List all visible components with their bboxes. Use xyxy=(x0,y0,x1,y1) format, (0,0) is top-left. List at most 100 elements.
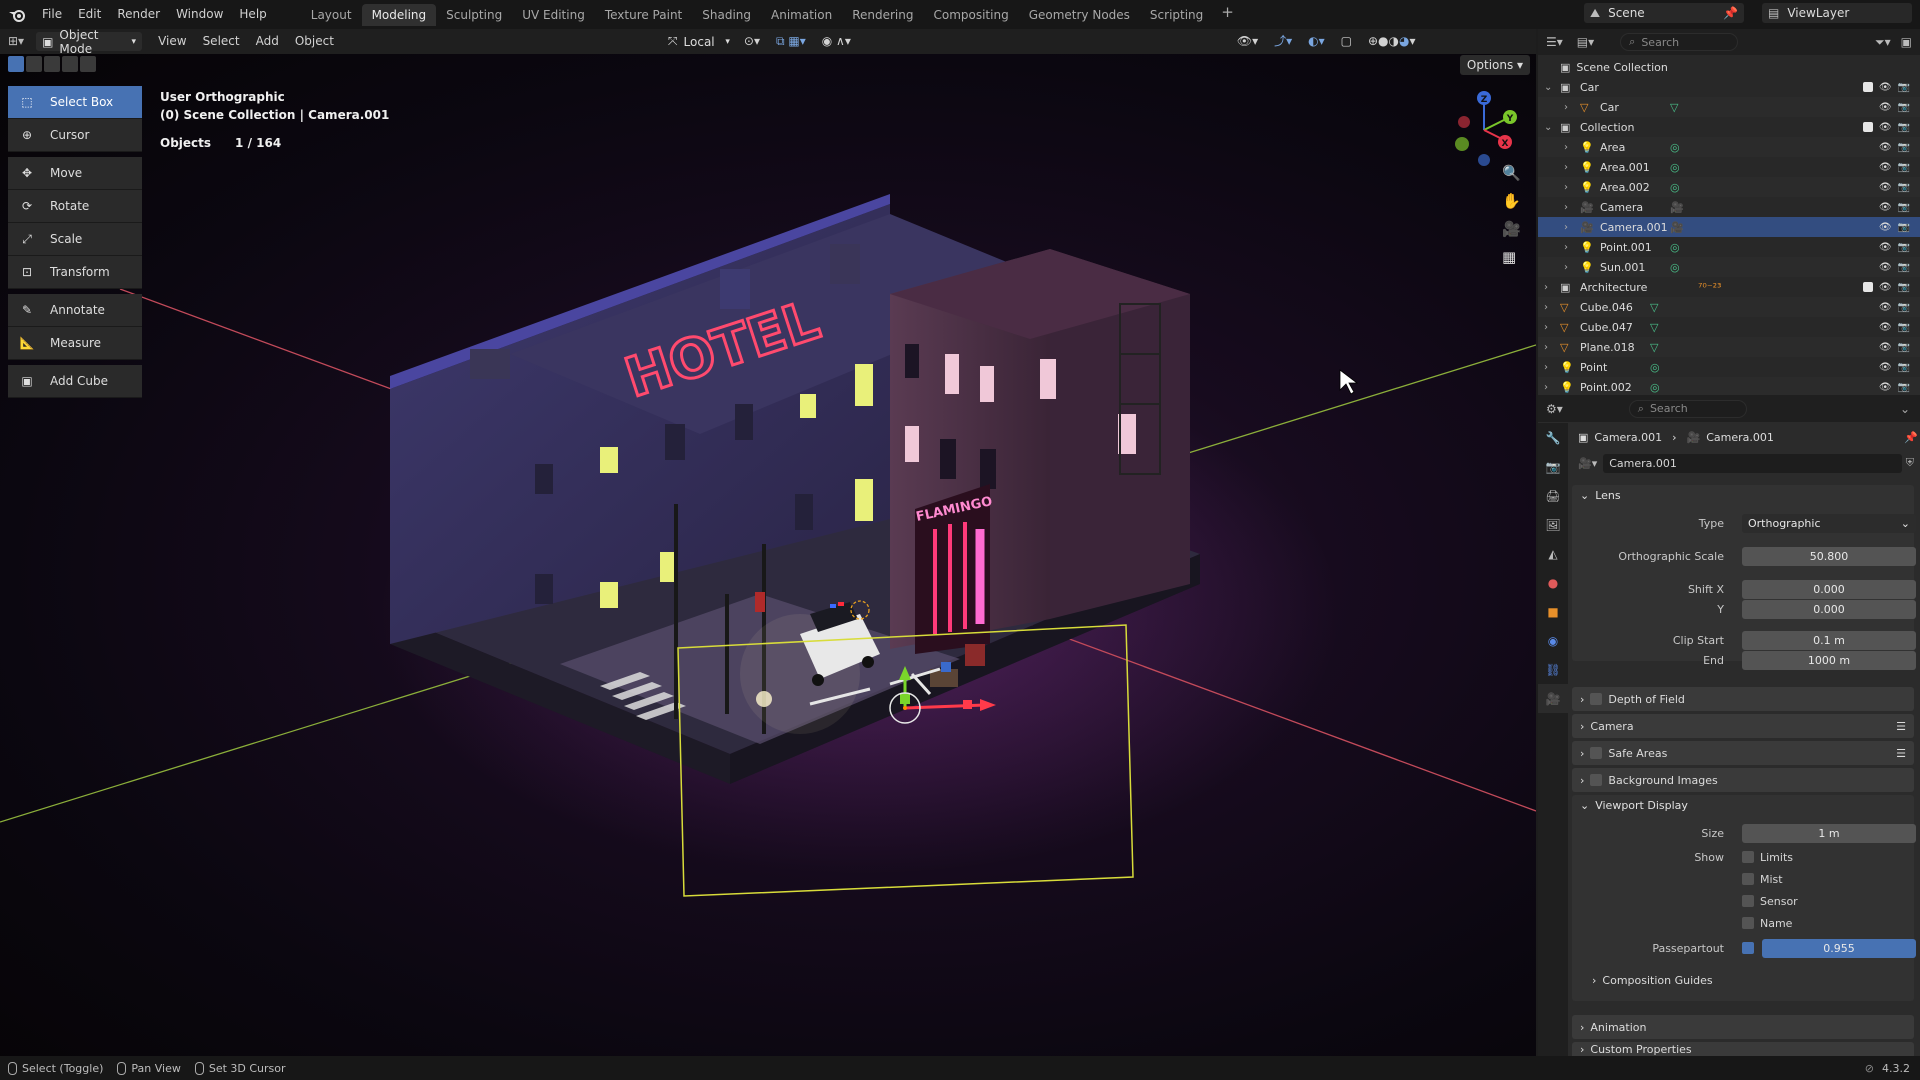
tab-texture-paint[interactable]: Texture Paint xyxy=(595,4,692,26)
world-tab-icon[interactable]: ● xyxy=(1538,568,1568,597)
eye-icon[interactable]: 👁 xyxy=(1879,222,1892,233)
sensor-checkbox[interactable] xyxy=(1742,895,1754,907)
eye-icon[interactable]: 👁 xyxy=(1879,322,1892,333)
properties-search-input[interactable]: ⌕ Search xyxy=(1628,399,1747,418)
object-data-icon[interactable]: ▽ xyxy=(1670,101,1678,114)
select-subtract-icon[interactable] xyxy=(44,56,60,72)
fake-user-shield-icon[interactable]: ⛨ xyxy=(1906,456,1914,470)
dof-checkbox[interactable] xyxy=(1590,693,1603,705)
render-camera-icon[interactable]: 📷 xyxy=(1898,242,1910,253)
clip-start-field[interactable]: 0.1 m xyxy=(1742,630,1916,650)
pin-icon[interactable]: 📌 xyxy=(1904,431,1918,444)
physics-tab-icon[interactable]: ◉ xyxy=(1538,626,1568,655)
eye-icon[interactable]: 👁 xyxy=(1879,142,1892,153)
eye-icon[interactable]: 👁 xyxy=(1879,162,1892,173)
eye-icon[interactable]: 👁 xyxy=(1879,242,1892,253)
menu-object[interactable]: Object xyxy=(287,29,342,54)
exclude-checkbox[interactable] xyxy=(1862,282,1873,292)
tool-tab-icon[interactable]: 🔧 xyxy=(1538,423,1568,452)
select-new-icon[interactable] xyxy=(8,56,24,72)
xray-icon[interactable]: ▢ xyxy=(1333,29,1360,54)
chevron-right-icon[interactable]: › xyxy=(1564,162,1568,173)
eye-icon[interactable]: 👁 xyxy=(1879,182,1892,193)
visibility-icon[interactable]: 👁▾ xyxy=(1229,29,1266,54)
mist-toggle[interactable]: Mist xyxy=(1742,873,1783,886)
outliner-row[interactable]: › 💡 Area.001 ◎ 👁 📷 xyxy=(1538,157,1920,177)
scene-tab-icon[interactable]: ◭ xyxy=(1538,539,1568,568)
tab-uv-editing[interactable]: UV Editing xyxy=(512,4,595,26)
tab-compositing[interactable]: Compositing xyxy=(923,4,1018,26)
outliner-row[interactable]: › 🎥 Camera 🎥 👁 📷 xyxy=(1538,197,1920,217)
pivot-icon[interactable]: ⊙▾ xyxy=(736,29,768,54)
menu-edit[interactable]: Edit xyxy=(70,0,109,29)
sensor-toggle[interactable]: Sensor xyxy=(1742,895,1798,908)
mesh-data-icon[interactable]: ▽ xyxy=(1650,341,1658,354)
eye-icon[interactable]: 👁 xyxy=(1879,282,1892,293)
pin-icon[interactable]: 📌 xyxy=(1723,6,1738,20)
limits-toggle[interactable]: Limits xyxy=(1742,851,1793,864)
camera-data-tab-icon[interactable]: 🎥 xyxy=(1538,684,1568,713)
presets-list-icon[interactable]: ☰ xyxy=(1896,747,1906,760)
chevron-down-icon[interactable]: ⌄ xyxy=(1900,402,1910,416)
menu-render[interactable]: Render xyxy=(109,0,168,29)
tab-scripting[interactable]: Scripting xyxy=(1140,4,1213,26)
light-data-icon[interactable]: ◎ xyxy=(1670,261,1680,274)
presets-list-icon[interactable]: ☰ xyxy=(1896,720,1906,733)
render-camera-icon[interactable]: 📷 xyxy=(1898,362,1910,373)
menu-select[interactable]: Select xyxy=(195,29,248,54)
light-data-icon[interactable]: ◎ xyxy=(1650,361,1660,374)
render-camera-icon[interactable]: 📷 xyxy=(1898,222,1910,233)
tab-shading[interactable]: Shading xyxy=(692,4,761,26)
lens-panel-header[interactable]: ⌄ Lens xyxy=(1580,489,1621,502)
tool-rotate[interactable]: ⟳ Rotate xyxy=(8,190,142,223)
tab-animation[interactable]: Animation xyxy=(761,4,842,26)
clip-end-field[interactable]: 1000 m xyxy=(1742,650,1916,670)
outliner-row[interactable]: › ▽ Cube.046 ▽ 👁 📷 xyxy=(1538,297,1920,317)
properties-editor-icon[interactable]: ⚙▾ xyxy=(1546,402,1563,416)
chevron-right-icon[interactable]: › xyxy=(1544,282,1548,293)
zoom-icon[interactable]: 🔍 xyxy=(1502,164,1521,182)
chevron-right-icon[interactable]: › xyxy=(1544,382,1548,393)
datablock-name-field[interactable]: Camera.001 xyxy=(1603,453,1902,473)
outliner-row[interactable]: › 💡 Sun.001 ◎ 👁 📷 xyxy=(1538,257,1920,277)
filter-icon[interactable]: ⏷▾ xyxy=(1875,35,1891,50)
light-data-icon[interactable]: ◎ xyxy=(1670,241,1680,254)
render-camera-icon[interactable]: 📷 xyxy=(1898,162,1910,173)
chevron-right-icon[interactable]: › xyxy=(1544,302,1548,313)
datablock-selector[interactable]: 🎥▾ Camera.001 ⛨ xyxy=(1578,453,1914,473)
render-camera-icon[interactable]: 📷 xyxy=(1898,82,1910,93)
outliner-row[interactable]: › 💡 Area ◎ 👁 📷 xyxy=(1538,137,1920,157)
tab-sculpting[interactable]: Sculpting xyxy=(436,4,512,26)
menu-window[interactable]: Window xyxy=(168,0,231,29)
select-extend-icon[interactable] xyxy=(26,56,42,72)
animation-panel[interactable]: › Animation xyxy=(1572,1015,1914,1039)
eye-icon[interactable]: 👁 xyxy=(1879,102,1892,113)
outliner-editor-icon[interactable]: ☰▾ xyxy=(1546,35,1563,49)
ortho-scale-field[interactable]: 50.800 xyxy=(1742,546,1916,566)
camera-panel[interactable]: › Camera ☰ xyxy=(1572,714,1914,738)
navigation-gizmo[interactable]: Z Y X xyxy=(1448,88,1518,168)
menu-add[interactable]: Add xyxy=(248,29,287,54)
chevron-right-icon[interactable]: › xyxy=(1564,222,1568,233)
chevron-right-icon[interactable]: › xyxy=(1544,342,1548,353)
tool-move[interactable]: ✥ Move xyxy=(8,157,142,190)
bg-images-checkbox[interactable] xyxy=(1590,774,1603,786)
pan-hand-icon[interactable]: ✋ xyxy=(1502,192,1521,210)
custom-properties-panel[interactable]: › Custom Properties xyxy=(1572,1042,1914,1056)
chevron-down-icon[interactable]: ⌄ xyxy=(1544,82,1552,93)
menu-file[interactable]: File xyxy=(34,0,70,29)
eye-icon[interactable]: 👁 xyxy=(1879,262,1892,273)
menu-help[interactable]: Help xyxy=(231,0,274,29)
3d-viewport[interactable]: HOTEL FLAMINGO Z Y X 🔍 ✋ 🎥 ▦ xyxy=(0,54,1536,1056)
view-layer-selector[interactable]: ▤ ViewLayer xyxy=(1762,3,1912,23)
outliner-row[interactable]: › ▽ Cube.047 ▽ 👁 📷 xyxy=(1538,317,1920,337)
render-camera-icon[interactable]: 📷 xyxy=(1898,202,1910,213)
render-camera-icon[interactable]: 📷 xyxy=(1898,122,1910,133)
name-checkbox[interactable] xyxy=(1742,917,1754,929)
passepartout-checkbox[interactable] xyxy=(1742,942,1754,954)
render-camera-icon[interactable]: 📷 xyxy=(1898,182,1910,193)
mode-dropdown[interactable]: ▣ Object Mode ▾ xyxy=(36,28,143,56)
chevron-right-icon[interactable]: › xyxy=(1564,102,1568,113)
tool-transform[interactable]: ⊡ Transform xyxy=(8,256,142,289)
chevron-right-icon[interactable]: › xyxy=(1544,362,1548,373)
